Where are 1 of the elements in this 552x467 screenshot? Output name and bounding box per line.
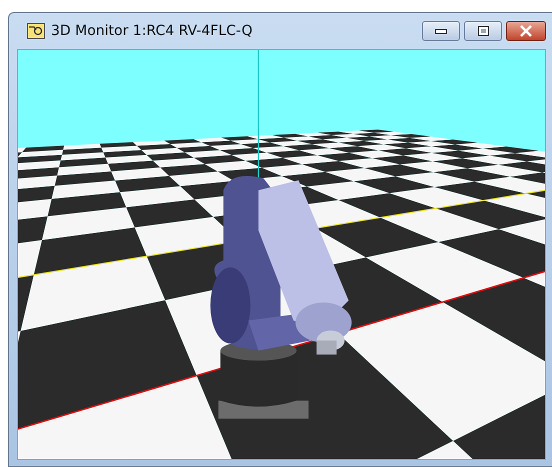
window-title: 3D Monitor 1:RC4 RV-4FLC-Q	[51, 23, 254, 40]
